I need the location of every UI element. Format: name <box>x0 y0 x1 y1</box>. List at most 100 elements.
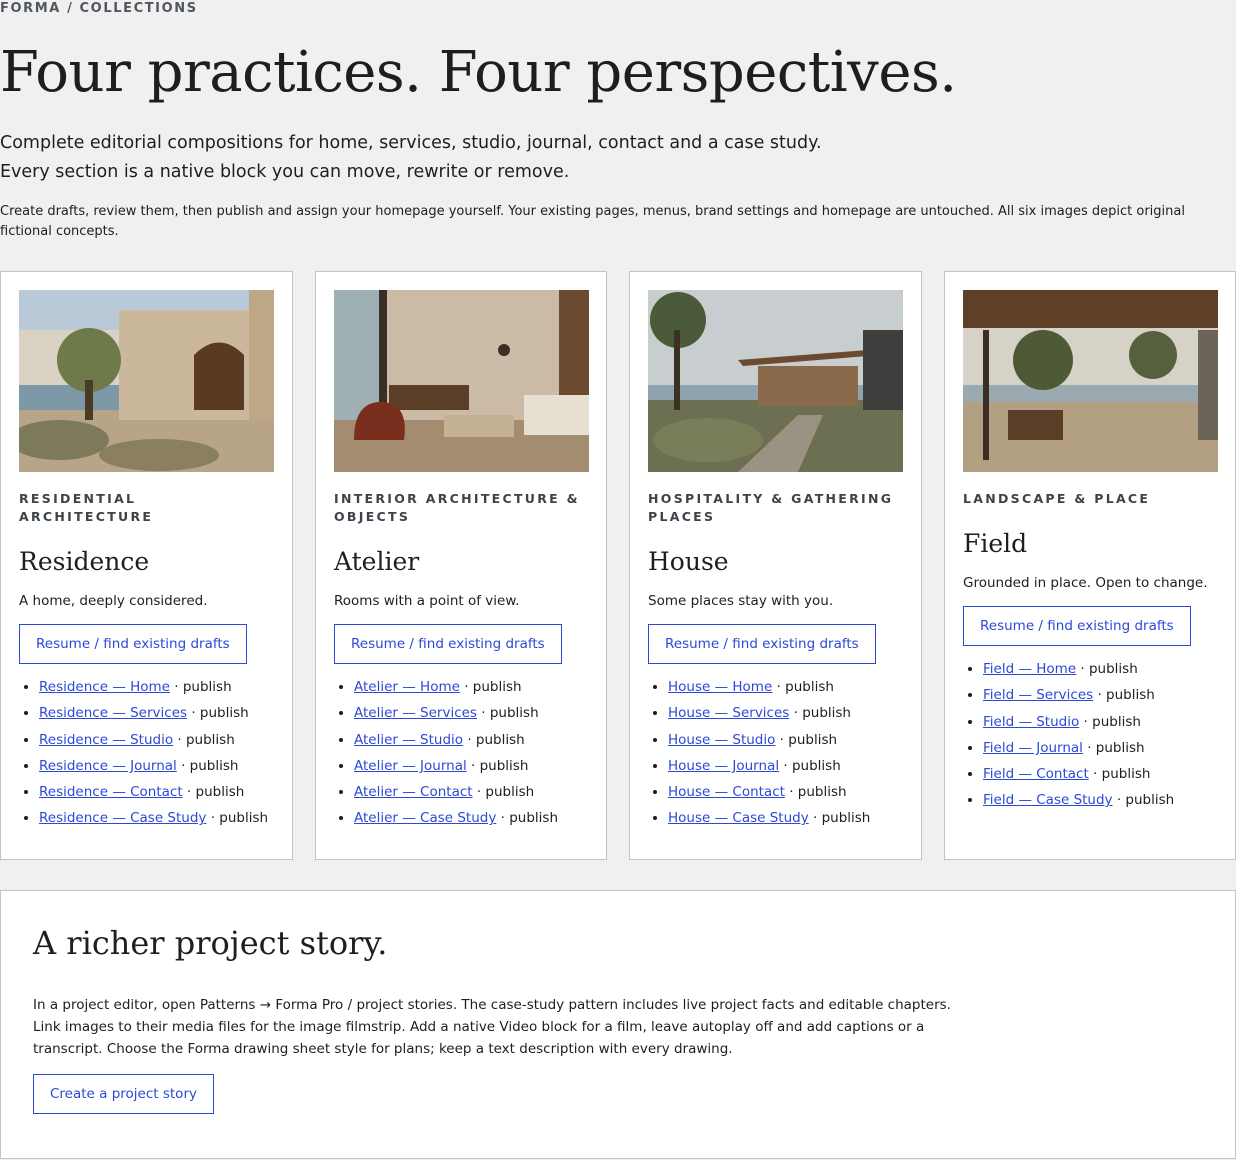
collection-category: LANDSCAPE & PLACE <box>963 491 1151 506</box>
publish-status: · publish <box>169 679 232 695</box>
page-link[interactable]: Residence — Services <box>39 705 187 721</box>
story-description: In a project editor, open Patterns → For… <box>33 994 951 1060</box>
page-list: House — Home · publish House — Services … <box>648 674 903 832</box>
list-item: House — Contact · publish <box>668 779 903 805</box>
page-link[interactable]: Residence — Studio <box>39 732 173 748</box>
page-link[interactable]: House — Home <box>668 679 772 695</box>
list-item: Residence — Contact · publish <box>39 779 274 805</box>
story-line: Link images to their media files for the… <box>33 1019 925 1035</box>
page-link[interactable]: House — Journal <box>668 758 779 774</box>
publish-status: · publish <box>476 705 539 722</box>
page-link[interactable]: Field — Case Study <box>983 792 1113 808</box>
collection-title: Atelier <box>334 547 420 576</box>
page-title: Four practices. Four perspectives. <box>0 40 957 105</box>
list-item: Atelier — Services · publish <box>354 700 589 726</box>
page-link[interactable]: Residence — Contact <box>39 784 183 800</box>
list-item: Field — Home · publish <box>983 656 1218 682</box>
publish-status: · publish <box>187 705 249 722</box>
page-link[interactable]: House — Services <box>668 705 789 721</box>
publish-status: · publish <box>173 731 235 748</box>
collection-title: House <box>648 547 729 576</box>
page-link[interactable]: Field — Studio <box>983 714 1079 730</box>
collection-category: RESIDENTIAL ARCHITECTURE <box>19 491 154 524</box>
resume-drafts-button[interactable]: Resume / find existing drafts <box>19 624 247 664</box>
list-item: Residence — Home · publish <box>39 674 274 700</box>
page-link[interactable]: Atelier — Journal <box>354 758 467 774</box>
page-list: Residence — Home · publish Residence — S… <box>19 674 274 832</box>
publish-status: · publish <box>463 731 525 748</box>
publish-status: · publish <box>1093 687 1155 704</box>
list-item: Atelier — Case Study · publish <box>354 805 589 831</box>
publish-status: · publish <box>772 679 834 695</box>
list-item: Field — Contact · publish <box>983 761 1218 787</box>
publish-status: · publish <box>779 757 841 774</box>
collection-title: Residence <box>19 547 150 576</box>
page-link[interactable]: Field — Contact <box>983 766 1089 782</box>
intro-line: Complete editorial compositions for home… <box>0 133 822 153</box>
publish-status: · publish <box>176 757 239 774</box>
story-title: A richer project story. <box>33 924 388 962</box>
coastal-pavilion-image <box>648 290 903 472</box>
collection-card-house: HOSPITALITY & GATHERING PLACES House Som… <box>629 271 922 860</box>
list-item: Residence — Studio · publish <box>39 727 274 753</box>
resume-drafts-button[interactable]: Resume / find existing drafts <box>963 606 1191 646</box>
collection-card-atelier: INTERIOR ARCHITECTURE & OBJECTS Atelier … <box>315 271 607 860</box>
page-link[interactable]: Residence — Home <box>39 679 170 695</box>
list-item: Field — Case Study · publish <box>983 787 1218 813</box>
page-link[interactable]: House — Studio <box>668 732 775 748</box>
collection-tagline: A home, deeply considered. <box>19 593 208 609</box>
publish-status: · publish <box>472 784 535 801</box>
resume-drafts-button[interactable]: Resume / find existing drafts <box>648 624 876 664</box>
list-item: Atelier — Studio · publish <box>354 727 589 753</box>
publish-status: · publish <box>459 679 522 695</box>
card-body: RESIDENTIAL ARCHITECTURE Residence A hom… <box>19 490 274 832</box>
list-item: House — Studio · publish <box>668 727 903 753</box>
page-link[interactable]: Atelier — Home <box>354 679 460 695</box>
page-link[interactable]: House — Case Study <box>668 810 809 826</box>
list-item: House — Case Study · publish <box>668 805 903 831</box>
publish-status: · publish <box>1088 766 1151 783</box>
timber-terrace-image <box>963 290 1218 472</box>
collection-tagline: Some places stay with you. <box>648 593 834 609</box>
collection-category: HOSPITALITY & GATHERING PLACES <box>648 491 894 524</box>
card-body: LANDSCAPE & PLACE Field Grounded in plac… <box>963 490 1218 814</box>
publish-status: · publish <box>789 705 851 722</box>
page-link[interactable]: Atelier — Services <box>354 705 477 721</box>
list-item: Residence — Services · publish <box>39 700 274 726</box>
info-note: Create drafts, review them, then publish… <box>0 204 1185 239</box>
publish-status: · publish <box>1079 713 1141 730</box>
publish-status: · publish <box>496 810 559 827</box>
card-body: HOSPITALITY & GATHERING PLACES House Som… <box>648 490 903 832</box>
project-story-panel: A richer project story. In a project edi… <box>0 890 1236 1159</box>
page-link[interactable]: House — Contact <box>668 784 785 800</box>
page-list: Field — Home · publish Field — Services … <box>963 656 1218 814</box>
publish-status: · publish <box>182 784 245 801</box>
publish-status: · publish <box>1076 661 1138 677</box>
page-link[interactable]: Atelier — Case Study <box>354 810 496 826</box>
living-room-interior-image <box>334 290 589 472</box>
breadcrumb: FORMA / COLLECTIONS <box>0 1 198 16</box>
page-link[interactable]: Residence — Journal <box>39 758 177 774</box>
page-link[interactable]: Field — Home <box>983 661 1076 677</box>
list-item: Field — Services · publish <box>983 682 1218 708</box>
page-link[interactable]: Atelier — Contact <box>354 784 473 800</box>
story-line: In a project editor, open Patterns → For… <box>33 997 951 1013</box>
list-item: Residence — Case Study · publish <box>39 805 274 831</box>
mediterranean-villa-image <box>19 290 274 472</box>
collection-tagline: Rooms with a point of view. <box>334 593 520 609</box>
collection-card-field: LANDSCAPE & PLACE Field Grounded in plac… <box>944 271 1236 860</box>
create-project-story-button[interactable]: Create a project story <box>33 1074 214 1114</box>
resume-drafts-button[interactable]: Resume / find existing drafts <box>334 624 562 664</box>
list-item: Field — Journal · publish <box>983 735 1218 761</box>
publish-status: · publish <box>784 784 847 801</box>
list-item: House — Journal · publish <box>668 753 903 779</box>
page-link[interactable]: Residence — Case Study <box>39 810 206 826</box>
publish-status: · publish <box>1112 792 1175 809</box>
publish-status: · publish <box>466 757 529 774</box>
collection-category: INTERIOR ARCHITECTURE & OBJECTS <box>334 491 580 524</box>
intro-line: Every section is a native block you can … <box>0 162 570 182</box>
page-link[interactable]: Atelier — Studio <box>354 732 463 748</box>
card-body: INTERIOR ARCHITECTURE & OBJECTS Atelier … <box>334 490 589 832</box>
page-link[interactable]: Field — Journal <box>983 740 1083 756</box>
page-link[interactable]: Field — Services <box>983 687 1093 703</box>
